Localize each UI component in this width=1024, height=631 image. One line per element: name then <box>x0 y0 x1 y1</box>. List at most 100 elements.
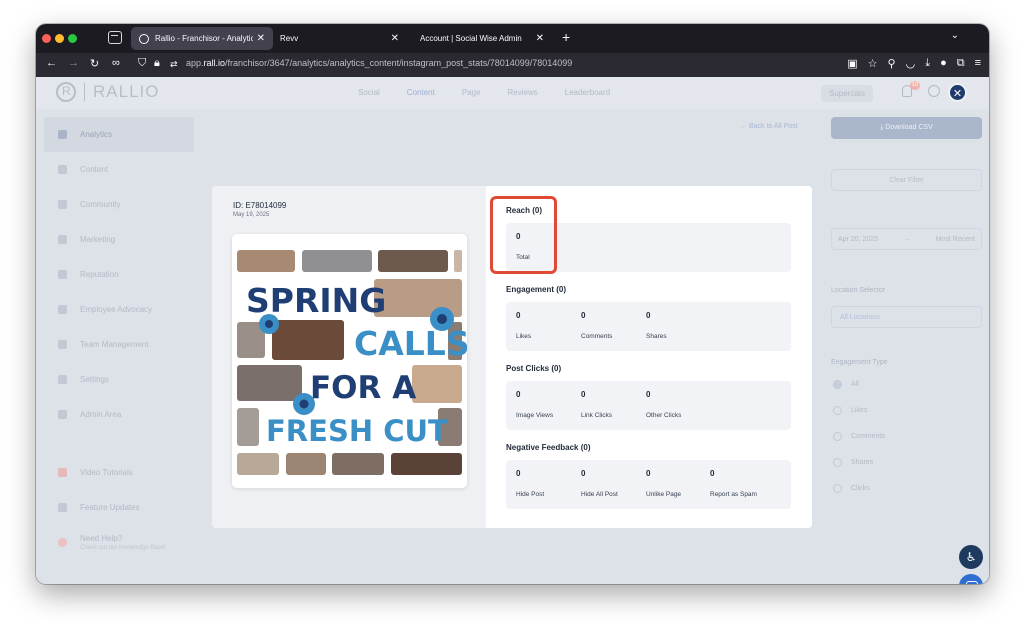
clear-filter-button[interactable]: Clear Filter <box>831 169 982 191</box>
poster-word-spring: SPRING <box>246 281 386 320</box>
back-to-all-post-link[interactable]: ← Back to All Post <box>740 123 798 130</box>
nav-social[interactable]: Social <box>358 88 380 97</box>
address-bar[interactable]: app.rall.io/franchisor/3647/analytics/an… <box>186 58 572 68</box>
poster-word-calls: CALLS <box>354 324 467 363</box>
date-range-picker[interactable]: Apr 20, 2025 → Most Recent <box>831 228 982 250</box>
radio-label: Shares <box>851 459 874 466</box>
stat-value: 0 <box>710 469 715 478</box>
tab-bar: Rallio - Franchisor - Analytics ✕ Revv ✕… <box>36 24 989 53</box>
close-window-button[interactable] <box>42 34 51 43</box>
sidebar-item-video-tutorials[interactable]: Video Tutorials <box>44 455 234 490</box>
nav-leaderboard[interactable]: Leaderboard <box>565 88 610 97</box>
sidebar-item-settings[interactable]: Settings <box>44 362 194 397</box>
nav-page[interactable]: Page <box>462 88 481 97</box>
tab-title: Account | Social Wise Admin <box>420 34 522 43</box>
rallio-favicon-icon <box>139 33 149 44</box>
close-tab-icon[interactable]: ✕ <box>391 33 399 44</box>
chat-support-button[interactable] <box>959 574 983 584</box>
sidebar-item-admin-area[interactable]: Admin Area <box>44 397 194 432</box>
sidebar-item-label: Analytics <box>80 130 113 139</box>
radio-all[interactable]: All <box>833 380 859 389</box>
location-select[interactable]: All Locations <box>831 306 982 328</box>
location-selector-label: Location Selector <box>831 287 886 294</box>
shield-icon[interactable]: ⛉ <box>138 57 146 70</box>
downloads-icon[interactable]: ⤓ <box>925 57 930 70</box>
lifebuoy-icon <box>58 538 67 547</box>
engagement-title: Engagement (0) <box>506 285 567 294</box>
sidebar-item-label: Marketing <box>80 235 116 244</box>
analytics-icon <box>58 130 67 139</box>
back-arrow-icon[interactable]: ← <box>46 57 57 69</box>
engagement-type-label: Engagement Type <box>831 359 888 366</box>
extension-icon[interactable]: ⚲ <box>888 57 896 70</box>
nav-reviews[interactable]: Reviews <box>508 88 538 97</box>
chevron-down-icon[interactable]: ⌄ <box>951 30 959 41</box>
sidebar-item-need-help[interactable]: Need Help? Check out our Knowledge Base! <box>44 525 234 560</box>
sidebar-item-reputation[interactable]: Reputation <box>44 257 194 292</box>
account-icon[interactable]: ● <box>940 57 947 70</box>
sidebar-item-community[interactable]: Community <box>44 187 194 222</box>
tab-overview-icon[interactable] <box>108 31 122 44</box>
tab-revv[interactable]: Revv ✕ <box>272 27 407 50</box>
radio-likes[interactable]: Likes <box>833 406 867 415</box>
nav-content[interactable]: Content <box>407 88 435 97</box>
sidebar-item-content[interactable]: Content <box>44 152 194 187</box>
reader-view-icon[interactable]: ▣ <box>847 57 857 70</box>
account-switcher[interactable]: Supercats <box>821 85 874 102</box>
sidebar-item-label: Video Tutorials <box>80 468 133 477</box>
permissions-icon[interactable]: ⇄ <box>170 59 178 70</box>
globe-icon[interactable] <box>928 85 940 97</box>
extensions-icon[interactable]: ⧉ <box>957 57 965 70</box>
logo-divider <box>84 83 85 101</box>
stat-value: 0 <box>646 390 651 399</box>
app-header: RALLIO Social Content Page Reviews Leade… <box>36 77 989 109</box>
close-tab-icon[interactable]: ✕ <box>536 33 544 44</box>
post-image[interactable]: SPRING CALLS FOR A FRESH CUT <box>232 234 467 488</box>
sidebar-item-analytics[interactable]: Analytics <box>44 117 194 152</box>
logo-text: RALLIO <box>93 82 160 101</box>
download-csv-button[interactable]: ⤓ Download CSV <box>831 117 982 139</box>
maximize-window-button[interactable] <box>68 34 77 43</box>
accessibility-button[interactable]: ♿︎ <box>959 545 983 569</box>
radio-label: Clicks <box>851 485 870 492</box>
tab-rallio[interactable]: Rallio - Franchisor - Analytics ✕ <box>131 27 273 50</box>
container-icon[interactable]: ∞ <box>112 57 120 69</box>
sidebar-item-marketing[interactable]: Marketing <box>44 222 194 257</box>
help-subtext: Check out our Knowledge Base! <box>80 545 166 551</box>
rallio-app: RALLIO Social Content Page Reviews Leade… <box>36 77 989 584</box>
sidebar-item-employee-advocacy[interactable]: Employee Advocacy <box>44 292 194 327</box>
stat-label: Report as Spam <box>710 491 757 498</box>
radio-comments[interactable]: Comments <box>833 432 885 441</box>
minimize-window-button[interactable] <box>55 34 64 43</box>
radio-label: All <box>851 381 859 388</box>
radio-shares[interactable]: Shares <box>833 458 873 467</box>
close-tab-icon[interactable]: ✕ <box>257 33 265 44</box>
radio-dot <box>833 432 842 441</box>
post-date: May 19, 2025 <box>233 212 270 218</box>
spring-fresh-cut-poster: SPRING CALLS FOR A FRESH CUT <box>232 234 467 488</box>
radio-dot <box>833 458 842 467</box>
new-tab-button[interactable]: + <box>562 29 570 45</box>
sidebar-item-label: Community <box>80 200 121 209</box>
browser-window: Rallio - Franchisor - Analytics ✕ Revv ✕… <box>36 24 989 584</box>
forward-arrow-icon[interactable]: → <box>68 57 79 69</box>
post-id: ID: E78014099 <box>233 201 287 210</box>
sidebar-item-team-management[interactable]: Team Management <box>44 327 194 362</box>
stat-value: 0 <box>516 390 521 399</box>
close-modal-button[interactable]: ✕ <box>948 83 967 102</box>
reload-icon[interactable]: ↻ <box>90 57 99 70</box>
notification-badge: 10 <box>910 81 920 90</box>
rallio-logo[interactable]: RALLIO <box>56 82 159 102</box>
radio-clicks[interactable]: Clicks <box>833 484 870 493</box>
bookmark-star-icon[interactable]: ☆ <box>868 57 878 70</box>
menu-icon[interactable]: ≡ <box>975 57 981 70</box>
radio-dot <box>833 484 842 493</box>
pocket-icon[interactable]: ◡ <box>906 57 916 70</box>
stat-value: 0 <box>581 390 586 399</box>
toolbar-icons: ▣ ☆ ⚲ ◡ ⤓ ● ⧉ ≡ <box>847 57 981 70</box>
radio-label: Comments <box>851 433 885 440</box>
post-clicks-card: 0 Image Views 0 Link Clicks 0 Other Clicks <box>506 381 791 430</box>
stat-value: 0 <box>516 469 521 478</box>
sidebar-item-feature-updates[interactable]: Feature Updates <box>44 490 234 525</box>
tab-social-wise[interactable]: Account | Social Wise Admin ✕ <box>412 27 552 50</box>
